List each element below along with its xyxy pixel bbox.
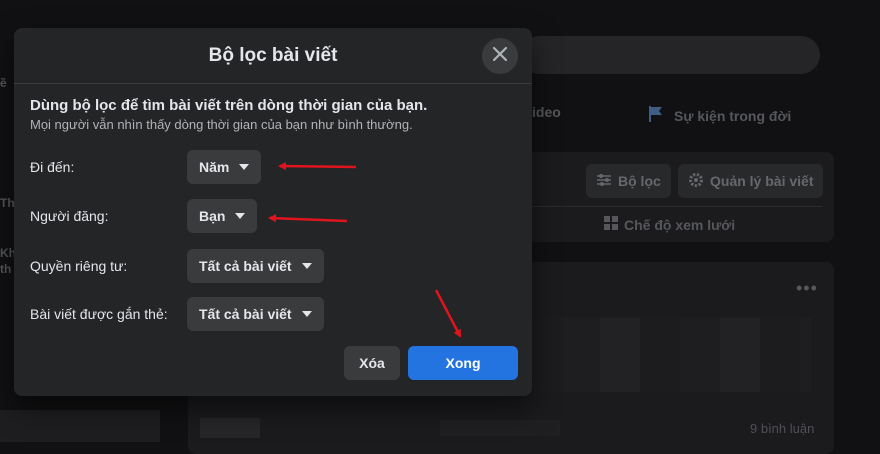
filter-row-go-to: Đi đến: Năm (30, 150, 510, 184)
filter-label: Đi đến: (30, 159, 75, 175)
filter-label: Quyền riêng tư: (30, 258, 128, 274)
filter-row-tagged-posts: Bài viết được gắn thẻ: Tất cả bài viết (30, 297, 510, 331)
more-dots-icon: ••• (796, 278, 818, 298)
caret-down-icon (235, 213, 246, 219)
filter-label: Bài viết được gắn thẻ: (30, 306, 168, 322)
close-icon (492, 46, 508, 67)
clear-button[interactable]: Xóa (344, 346, 400, 380)
flag-icon (646, 104, 666, 127)
gear-icon (688, 172, 704, 191)
privacy-dropdown[interactable]: Tất cả bài viết (187, 249, 324, 283)
left-fragment: ề (0, 76, 7, 90)
filter-button: Bộ lọc (586, 164, 671, 198)
caret-down-icon (301, 311, 312, 317)
filter-label: Người đăng: (30, 208, 109, 224)
tab-life-events: Sự kiện trong đời (646, 104, 791, 127)
reaction-avatars (200, 418, 260, 438)
dropdown-value: Năm (199, 159, 230, 175)
manage-posts-button: Quản lý bài viết (678, 164, 824, 198)
filter-row-privacy: Quyền riêng tư: Tất cả bài viết (30, 249, 510, 283)
tab-life-events-label: Sự kiện trong đời (674, 107, 792, 124)
grid-icon (604, 216, 618, 233)
left-fragment: Th (0, 196, 15, 210)
done-button[interactable]: Xong (408, 346, 518, 380)
dropdown-value: Bạn (199, 208, 226, 224)
close-button[interactable] (482, 38, 518, 74)
dropdown-value: Tất cả bài viết (199, 258, 292, 274)
search-bar (520, 36, 820, 74)
dialog-header: Bộ lọc bài viết (14, 28, 532, 84)
posted-by-dropdown[interactable]: Bạn (187, 199, 258, 233)
left-panel-block (0, 410, 160, 442)
filter-row-posted-by: Người đăng: Bạn (30, 199, 510, 233)
grid-view-toggle: Chế độ xem lưới (604, 216, 735, 233)
left-fragment: th (0, 262, 12, 276)
caret-down-icon (239, 164, 250, 170)
tab-video: ideo (532, 104, 561, 120)
caret-down-icon (301, 263, 312, 269)
post-filter-dialog: Bộ lọc bài viết Dùng bộ lọc để tìm bài v… (14, 28, 532, 396)
dialog-title: Bộ lọc bài viết (208, 44, 338, 66)
tagged-posts-dropdown[interactable]: Tất cả bài viết (187, 297, 324, 331)
intro-subtitle: Mọi người vẫn nhìn thấy dòng thời gian c… (30, 117, 413, 132)
intro-title: Dùng bộ lọc để tìm bài viết trên dòng th… (30, 97, 428, 114)
blurred-text (440, 420, 560, 436)
dropdown-value: Tất cả bài viết (199, 306, 292, 322)
year-dropdown[interactable]: Năm (187, 150, 262, 184)
filter-sliders-icon (596, 173, 612, 190)
comments-count: 9 bình luận (750, 421, 815, 436)
dialog-intro: Dùng bộ lọc để tìm bài viết trên dòng th… (14, 84, 532, 134)
